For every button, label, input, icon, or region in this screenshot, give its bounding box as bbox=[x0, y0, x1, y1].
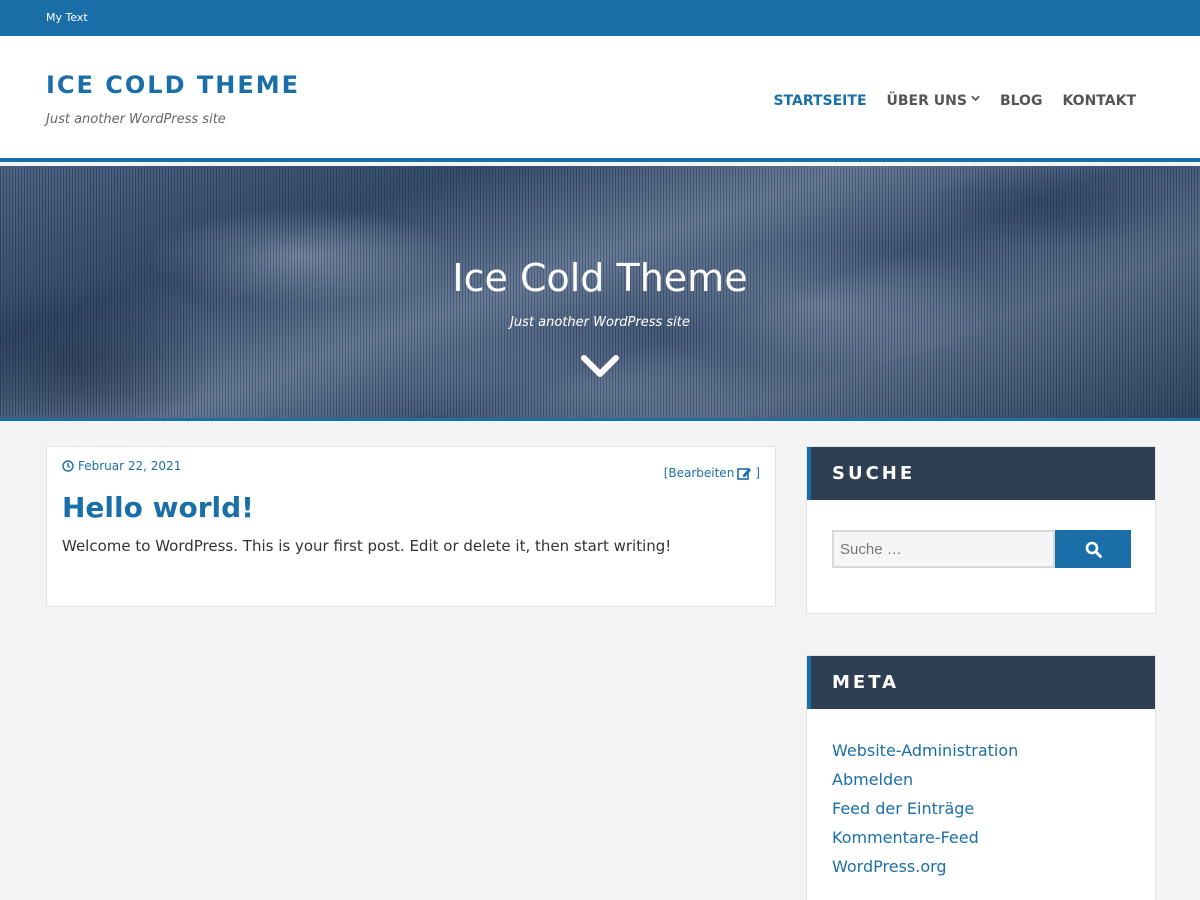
search-widget: SUCHE bbox=[806, 446, 1156, 614]
meta-link-logout[interactable]: Abmelden bbox=[832, 770, 1018, 799]
widget-header: META bbox=[807, 656, 1155, 709]
nav-item-label: BLOG bbox=[999, 93, 1043, 109]
top-bar-text: My Text bbox=[46, 11, 88, 24]
post-excerpt: Welcome to WordPress. This is your first… bbox=[62, 537, 672, 555]
top-bar: My Text bbox=[0, 0, 1200, 36]
hero-banner: Ice Cold Theme Just another WordPress si… bbox=[0, 166, 1200, 421]
meta-link-comments-feed[interactable]: Kommentare-Feed bbox=[832, 828, 1018, 857]
meta-link-admin[interactable]: Website-Administration bbox=[832, 741, 1018, 770]
edit-link[interactable]: [Bearbeiten ] bbox=[664, 466, 760, 480]
post-title[interactable]: Hello world! bbox=[62, 491, 254, 524]
search-button[interactable] bbox=[1055, 530, 1131, 568]
site-header: ICE COLD THEME Just another WordPress si… bbox=[0, 36, 1200, 162]
hero-title: Ice Cold Theme bbox=[452, 256, 748, 300]
meta-link-entries-feed[interactable]: Feed der Einträge bbox=[832, 799, 1018, 828]
hero-tagline: Just another WordPress site bbox=[510, 315, 690, 330]
chevron-down-icon bbox=[971, 95, 980, 102]
meta-links: Website-Administration Abmelden Feed der… bbox=[832, 741, 1018, 886]
clock-icon bbox=[62, 460, 74, 472]
edit-label-close: ] bbox=[755, 466, 760, 480]
widget-header: SUCHE bbox=[807, 447, 1155, 500]
widget-title: SUCHE bbox=[832, 463, 916, 484]
search-input[interactable] bbox=[832, 530, 1055, 568]
nav-item-label: KONTAKT bbox=[1062, 93, 1136, 109]
widget-title: META bbox=[832, 672, 900, 693]
nav-item-label: ÜBER UNS bbox=[886, 93, 967, 109]
post-date[interactable]: Februar 22, 2021 bbox=[62, 459, 181, 473]
meta-link-wordpress-org[interactable]: WordPress.org bbox=[832, 857, 1018, 886]
nav-item-blog[interactable]: BLOG bbox=[1000, 93, 1043, 109]
main-navigation: STARTSEITE ÜBER UNS BLOG KONTAKT bbox=[773, 93, 1136, 109]
post-date-text: Februar 22, 2021 bbox=[78, 459, 182, 473]
search-form bbox=[832, 530, 1131, 568]
edit-label: [Bearbeiten bbox=[663, 466, 735, 480]
post-card: Februar 22, 2021 [Bearbeiten ] Hello wor… bbox=[46, 446, 776, 607]
nav-item-ueber-uns[interactable]: ÜBER UNS bbox=[887, 93, 980, 109]
nav-item-kontakt[interactable]: KONTAKT bbox=[1062, 93, 1136, 109]
nav-item-label: STARTSEITE bbox=[773, 93, 867, 109]
nav-item-startseite[interactable]: STARTSEITE bbox=[773, 93, 866, 109]
site-tagline: Just another WordPress site bbox=[46, 112, 226, 127]
chevron-down-icon[interactable] bbox=[580, 352, 620, 380]
site-title[interactable]: ICE COLD THEME bbox=[46, 71, 300, 99]
meta-widget: META Website-Administration Abmelden Fee… bbox=[806, 655, 1156, 900]
edit-icon bbox=[737, 467, 752, 480]
search-icon bbox=[1085, 541, 1102, 558]
